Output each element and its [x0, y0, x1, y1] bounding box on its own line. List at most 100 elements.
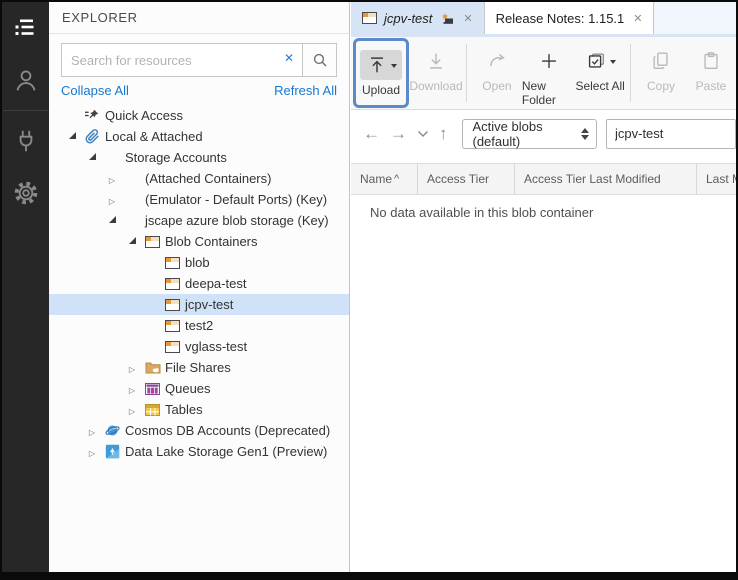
tree-item-local-attached[interactable]: Local & Attached [49, 126, 349, 147]
refresh-all-link[interactable]: Refresh All [274, 83, 337, 98]
up-button[interactable]: ↑ [439, 125, 448, 142]
copy-button[interactable]: Copy [636, 37, 686, 109]
attach-icon [85, 126, 100, 147]
column-header-last-modified[interactable]: Last Modified [697, 164, 736, 194]
column-header-label: Access Tier [427, 172, 489, 186]
tree-item-quick-access[interactable]: Quick Access [49, 105, 349, 126]
download-button[interactable]: Download [411, 37, 461, 109]
tab-release-notes-1-15-1[interactable]: Release Notes: 1.15.1 ✕ [485, 2, 655, 34]
temp-tab-icon[interactable] [439, 12, 454, 25]
expanded-arrow-icon[interactable] [106, 210, 118, 231]
blob-container-icon [145, 231, 160, 252]
quick-access-icon [85, 109, 100, 122]
table-icon [145, 399, 160, 420]
tree-item-label: Quick Access [105, 105, 183, 126]
collapsed-arrow-icon[interactable]: ▷ [126, 357, 138, 380]
tree-item-test2[interactable]: test2 [49, 315, 349, 336]
connect-plug-icon[interactable] [2, 115, 49, 167]
collapsed-arrow-icon[interactable]: ▷ [106, 168, 118, 191]
toolbar-button-label: Paste [696, 79, 727, 93]
collapse-all-link[interactable]: Collapse All [61, 83, 129, 98]
collapsed-arrow-icon[interactable]: ▷ [126, 399, 138, 422]
expanded-arrow-icon[interactable] [66, 126, 78, 147]
open-button[interactable]: Open [472, 37, 522, 109]
blob-container-icon [165, 278, 180, 290]
path-input[interactable] [606, 119, 736, 149]
tree-item-jscape-azure-blob-storage-key[interactable]: jscape azure blob storage (Key) [49, 210, 349, 231]
tree-item-label: (Attached Containers) [145, 168, 271, 189]
tree-item-label: File Shares [165, 357, 231, 378]
toolbar-button-label: Select All [575, 79, 624, 93]
blob-container-icon [165, 320, 180, 332]
explorer-panel: EXPLORER ✕ Collapse All Refresh All Quic… [49, 2, 350, 572]
tab-bar: jcpv-test✕ Release Notes: 1.15.1 ✕ [351, 2, 736, 37]
back-button[interactable]: ← [363, 125, 380, 142]
collapsed-arrow-icon[interactable]: ▷ [106, 189, 118, 212]
tree-item-queues[interactable]: ▷Queues [49, 378, 349, 399]
tab-jcpv-test[interactable]: jcpv-test✕ [351, 2, 485, 34]
settings-gear-icon[interactable] [2, 167, 49, 219]
column-header-name[interactable]: Name^ [351, 164, 418, 194]
navigation-row: ← → ↑ Active blobs (default) [351, 110, 736, 157]
file-share-icon [145, 357, 161, 378]
tree-item-blob-containers[interactable]: Blob Containers [49, 231, 349, 252]
chevron-down-icon[interactable] [417, 130, 429, 138]
column-header-access-tier-last-modified[interactable]: Access Tier Last Modified [515, 164, 697, 194]
queue-icon [145, 383, 160, 395]
search-clear-icon[interactable]: ✕ [284, 51, 294, 65]
tree-item-storage-accounts[interactable]: Storage Accounts [49, 147, 349, 168]
tree-item-label: jcpv-test [185, 294, 233, 315]
select-spinner-icon [581, 128, 589, 140]
download-icon [425, 50, 447, 72]
collapsed-arrow-icon[interactable]: ▷ [126, 378, 138, 401]
collapsed-arrow-icon[interactable]: ▷ [86, 420, 98, 443]
tree-item-label: blob [185, 252, 210, 273]
cosmos-db-icon [105, 420, 120, 441]
explorer-toolbox-icon[interactable] [2, 2, 49, 54]
blob-container-icon [165, 252, 180, 273]
tree-item-tables[interactable]: ▷Tables [49, 399, 349, 420]
tree-item-file-shares[interactable]: ▷ File Shares [49, 357, 349, 378]
expanded-arrow-icon[interactable] [126, 231, 138, 252]
blob-container-icon [165, 341, 180, 353]
toolbar-button-label: Copy [647, 79, 675, 93]
tree-item-data-lake-storage-gen1-preview[interactable]: ▷ Data Lake Storage Gen1 (Preview) [49, 441, 349, 462]
tree-item-label: Blob Containers [165, 231, 258, 252]
tree-item-attached-containers[interactable]: ▷ (Attached Containers) [49, 168, 349, 189]
explorer-title: EXPLORER [49, 2, 349, 34]
tree-item-jcpv-test[interactable]: jcpv-test [49, 294, 349, 315]
blob-view-select[interactable]: Active blobs (default) [462, 119, 598, 149]
activity-bar-divider [3, 110, 49, 111]
tree-actions-row: Collapse All Refresh All [61, 83, 337, 98]
account-icon[interactable] [2, 54, 49, 106]
column-header-access-tier[interactable]: Access Tier [418, 164, 515, 194]
dropdown-caret-icon [391, 64, 397, 68]
tree-item-vglass-test[interactable]: vglass-test [49, 336, 349, 357]
tree-item-label: Local & Attached [105, 126, 203, 147]
upload-button[interactable]: Upload [356, 41, 406, 105]
toolbar-separator [466, 44, 467, 102]
new-folder-button[interactable]: New Folder [522, 37, 575, 109]
forward-button[interactable]: → [390, 125, 407, 142]
tab-label: Release Notes: 1.15.1 [496, 11, 625, 26]
tree-item-emulator-default-ports-key[interactable]: ▷(Emulator - Default Ports) (Key) [49, 189, 349, 210]
tree-item-blob[interactable]: blob [49, 252, 349, 273]
data-lake-icon [105, 441, 120, 462]
open-icon [486, 50, 508, 72]
search-button[interactable] [302, 43, 337, 77]
sort-ascending-icon: ^ [394, 173, 399, 185]
tree-item-cosmos-db-accounts-deprecated[interactable]: ▷Cosmos DB Accounts (Deprecated) [49, 420, 349, 441]
expanded-arrow-icon[interactable] [86, 147, 98, 168]
search-row: ✕ [61, 43, 337, 77]
tree-item-deepa-test[interactable]: deepa-test [49, 273, 349, 294]
select-all-button[interactable]: Select All [575, 37, 625, 109]
tab-close-icon[interactable]: ✕ [461, 12, 472, 25]
tab-close-icon[interactable]: ✕ [631, 12, 642, 25]
tree-item-label: Data Lake Storage Gen1 (Preview) [125, 441, 327, 462]
storage-account-icon [125, 215, 141, 227]
paste-button[interactable]: Paste [686, 37, 736, 109]
search-input[interactable] [61, 43, 302, 77]
blob-container-icon [165, 257, 180, 269]
collapsed-arrow-icon[interactable]: ▷ [86, 441, 98, 464]
storage-account-icon [125, 173, 141, 185]
